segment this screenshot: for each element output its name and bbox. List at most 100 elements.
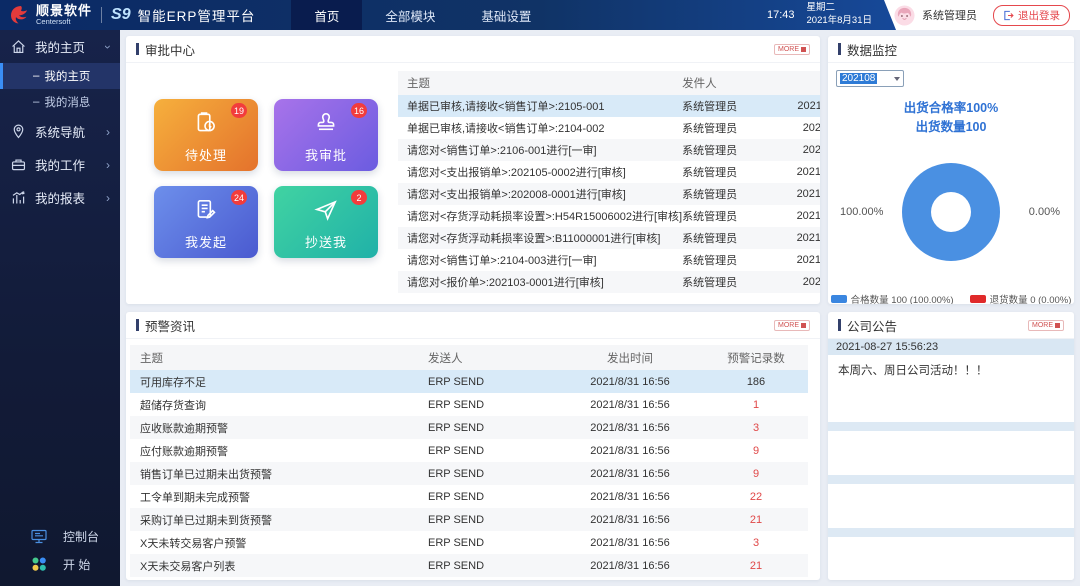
legend-swatch-blue [830, 294, 847, 303]
period-select[interactable]: 202108 [836, 70, 904, 87]
approval-table-row[interactable]: 请您对<支出报销单>:202008-0001进行[审核] 系统管理员 2021/… [398, 183, 820, 205]
approval-more-button[interactable]: MORE [774, 43, 810, 55]
legend-label: 合格数量 100 (100.00%) [850, 294, 954, 304]
clock-box: 17:43 星期二 2021年8月31日 [767, 2, 872, 28]
chevron-right-icon: › [106, 124, 110, 139]
topbar: 顺景软件 Centersoft S9 智能ERP管理平台 首页 全部模块 基础设… [0, 0, 1080, 30]
row-subject: 单据已审核,请接收<销售订单>:2104-002 [407, 123, 605, 135]
s9-logo: S9 [111, 6, 131, 23]
alert-table-row[interactable]: 销售订单已过期未出货预警 ERP SEND 2021/8/31 16:56 9 [130, 462, 808, 485]
alert-table-row[interactable]: 应收账款逾期预警 ERP SEND 2021/8/31 16:56 3 [130, 416, 808, 439]
sidebar-item-my-work[interactable]: 我的工作 › [0, 148, 120, 181]
tile-label: 待处理 [184, 148, 227, 163]
alert-table-row[interactable]: 超储存货查询 ERP SEND 2021/8/31 16:56 1 [130, 393, 808, 416]
approval-panel-header: 审批中心 MORE [126, 36, 820, 63]
notice-empty-slot-body [828, 537, 1074, 580]
more-label: MORE [778, 45, 799, 53]
chart-legend: 合格数量 100 (100.00%) 退货数量 0 (0.00%) [828, 292, 1074, 304]
notice-more-button[interactable]: MORE [1028, 319, 1064, 331]
row-subject: 应收账款逾期预警 [140, 422, 228, 435]
row-alert-count: 9 [752, 444, 760, 457]
nav-tab-all-modules[interactable]: 全部模块 [362, 0, 458, 30]
row-sender: ERP SEND [428, 467, 485, 480]
console-label: 控制台 [63, 529, 100, 544]
data-monitor-panel: 数据监控 202108 出货合格率100% 出货数量100 100.00% 0.… [828, 36, 1074, 304]
current-time: 17:43 [766, 9, 795, 21]
row-sent-time: 2021/8/14 11:45 [797, 100, 820, 112]
notice-empty-slot-body [828, 484, 1074, 519]
approval-center-panel: 审批中心 MORE 19 待处理 16 我审批 24 我发起 2 抄送我 主题 … [126, 36, 820, 304]
console-button[interactable]: 控制台 [0, 522, 120, 550]
alert-table-row[interactable]: 采购订单已过期未到货预警 ERP SEND 2021/8/31 16:56 21 [130, 508, 808, 531]
monitor-caption: 出货合格率100% 出货数量100 [828, 99, 1074, 138]
row-subject: 请您对<报价单>:202103-0001进行[审核] [407, 277, 604, 289]
approval-table-row[interactable]: 请您对<销售订单>:2106-001进行[一审] 系统管理员 2021/6/5 … [398, 139, 820, 161]
brand-name-en: Centersoft [36, 16, 71, 26]
alert-table-row[interactable]: 可用库存不足 ERP SEND 2021/8/31 16:56 186 [130, 370, 808, 393]
home-icon [12, 40, 25, 54]
sidebar-subitem-label: 我的主页 [44, 71, 91, 83]
alert-table-row[interactable]: 工令单到期未完成预警 ERP SEND 2021/8/31 16:56 22 [130, 485, 808, 508]
sidebar-item-my-home[interactable]: 我的主页 › [0, 30, 120, 63]
donut-ring[interactable] [902, 162, 1000, 261]
monitor-panel-title: 数据监控 [847, 43, 898, 58]
alerts-panel-title: 预警资讯 [145, 319, 196, 334]
more-label: MORE [1032, 321, 1053, 329]
approval-table-row[interactable]: 单据已审核,请接收<销售订单>:2104-002 系统管理员 2021/8/5 … [398, 117, 820, 139]
alerts-more-button[interactable]: MORE [774, 319, 810, 331]
sidebar-item-system-nav[interactable]: 系统导航 › [0, 115, 120, 148]
alert-table-row[interactable]: 应付账款逾期预警 ERP SEND 2021/8/31 16:56 9 [130, 439, 808, 462]
avatar[interactable] [894, 4, 915, 26]
sidebar-subitem-my-home[interactable]: – 我的主页 [0, 63, 120, 89]
start-button[interactable]: 开 始 [0, 550, 120, 578]
main-content: 审批中心 MORE 19 待处理 16 我审批 24 我发起 2 抄送我 主题 … [120, 30, 1080, 586]
notice-entry-time[interactable]: 2021-08-27 15:56:23 [828, 339, 1074, 355]
more-square-icon [801, 46, 806, 52]
row-subject: 可用库存不足 [140, 376, 206, 389]
sidebar-subitem-label: 我的消息 [44, 97, 91, 109]
tile-initiated-by-me[interactable]: 24 我发起 [154, 186, 258, 258]
alert-table-row[interactable]: X天未转交易客户预警 ERP SEND 2021/8/31 16:56 3 [130, 531, 808, 554]
row-sender: 系统管理员 [682, 145, 738, 157]
row-sender: ERP SEND [428, 513, 485, 526]
sidebar-subitem-my-messages[interactable]: – 我的消息 [0, 89, 120, 115]
row-sent-time: 2021/3/3 12:00 [802, 276, 820, 288]
tile-pending[interactable]: 19 待处理 [154, 99, 258, 171]
subitem-dash: – [33, 70, 40, 82]
legend-label: 退货数量 0 (0.00%) [989, 294, 1072, 304]
approval-table-row[interactable]: 请您对<支出报销单>:202105-0002进行[审核] 系统管理员 2021/… [398, 161, 820, 183]
row-sent-time: 2021/6/5 14:58 [802, 144, 820, 156]
title-accent-bar [838, 319, 841, 331]
nav-tab-basic-settings[interactable]: 基础设置 [458, 0, 554, 30]
row-alert-count: 22 [749, 490, 763, 503]
row-sender: ERP SEND [428, 444, 485, 457]
tile-my-approvals[interactable]: 16 我审批 [274, 99, 378, 171]
row-subject: 采购订单已过期未到货预警 [140, 514, 272, 527]
brand-divider [101, 7, 103, 23]
nav-tab-home[interactable]: 首页 [291, 0, 363, 30]
approval-table-row[interactable]: 单据已审核,请接收<销售订单>:2105-001 系统管理员 2021/8/14… [398, 95, 820, 117]
approval-body: 19 待处理 16 我审批 24 我发起 2 抄送我 主题 发件人 单据已审核,… [126, 63, 820, 304]
legend-item-pass: 合格数量 100 (100.00%) [830, 292, 954, 304]
console-icon [31, 529, 47, 544]
approval-table: 主题 发件人 发出时间 单据已审核,请接收<销售订单>:2105-001 系统管… [398, 71, 820, 294]
row-sender: 系统管理员 [682, 123, 738, 135]
tile-cc-to-me[interactable]: 2 抄送我 [274, 186, 378, 258]
tile-label: 我审批 [304, 148, 347, 163]
alert-table-row[interactable]: X天未交易客户列表 ERP SEND 2021/8/31 16:56 21 [130, 554, 808, 577]
sidebar: 我的主页 › – 我的主页 – 我的消息 系统导航 › 我的工作 › 我的报表 … [0, 30, 120, 586]
row-subject: 请您对<支出报销单>:202008-0001进行[审核] [407, 189, 626, 201]
approval-table-row[interactable]: 请您对<销售订单>:2104-003进行[一审] 系统管理员 2021/4/23… [398, 249, 820, 271]
sidebar-item-label: 我的报表 [35, 192, 86, 206]
approval-table-row[interactable]: 请您对<存货浮动耗损率设置>:H54R15006002进行[审核] 系统管理员 … [398, 205, 820, 227]
row-sender: 系统管理员 [682, 255, 738, 267]
username-label: 系统管理员 [922, 10, 977, 22]
approval-table-row[interactable]: 请您对<存货浮动耗损率设置>:B11000001进行[审核] 系统管理员 202… [398, 227, 820, 249]
sidebar-item-label: 我的工作 [35, 159, 86, 173]
monitor-panel-header: 数据监控 [828, 36, 1074, 63]
approval-table-row[interactable]: 请您对<报价单>:202103-0001进行[审核] 系统管理员 2021/3/… [398, 271, 820, 293]
row-sent-time: 2021/5/21 16:13 [796, 210, 820, 222]
sidebar-item-my-reports[interactable]: 我的报表 › [0, 181, 120, 214]
logout-button[interactable]: 退出登录 [993, 4, 1070, 26]
top-navigation: 首页 全部模块 基础设置 [291, 0, 554, 30]
